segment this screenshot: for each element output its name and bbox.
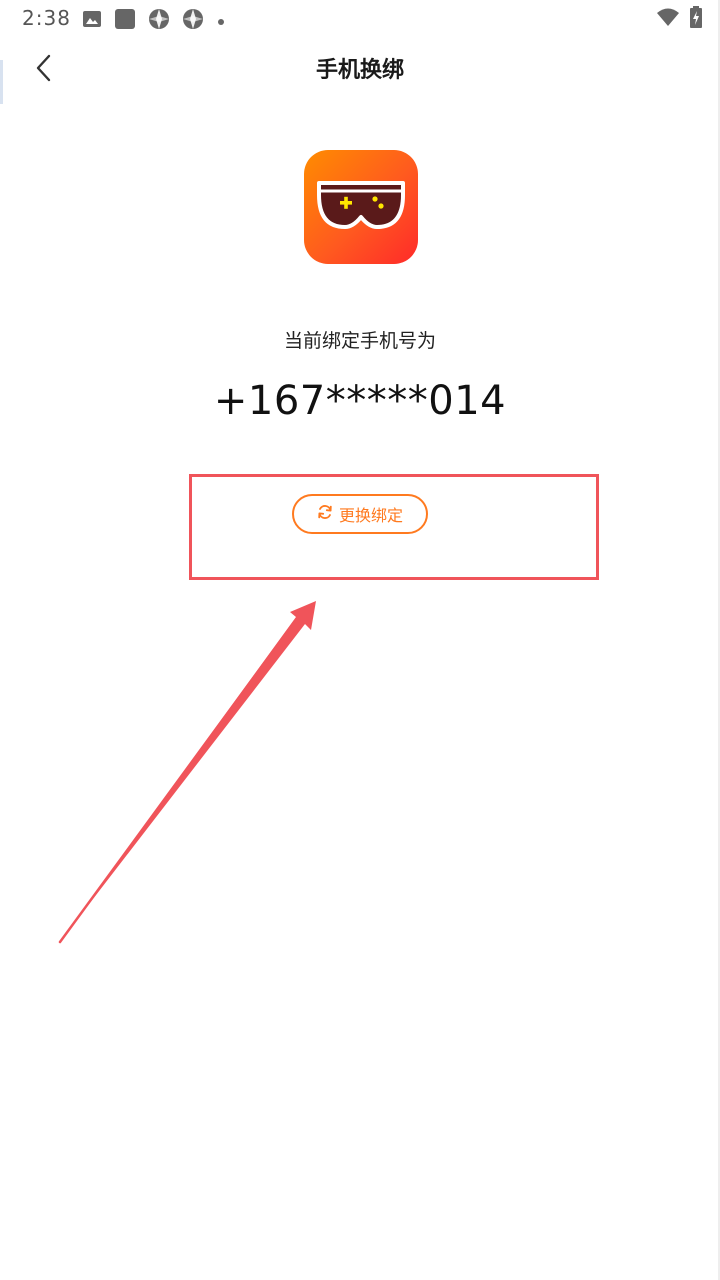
refresh-icon (317, 504, 333, 524)
left-edge-marker (0, 60, 3, 104)
gamepad-glasses-icon (313, 175, 409, 239)
status-icons-right (656, 6, 702, 32)
change-binding-button[interactable]: 更换绑定 (292, 494, 428, 534)
change-binding-label: 更换绑定 (338, 506, 403, 525)
dot-icon (216, 12, 226, 31)
app-logo (304, 150, 418, 264)
bound-phone-number: +167*****014 (213, 378, 507, 424)
image-icon (82, 9, 102, 33)
aperture-icon (182, 8, 204, 34)
nav-bar: 手机换绑 (0, 36, 720, 102)
status-icons-left (82, 8, 226, 34)
wifi-icon (656, 7, 680, 31)
phone-rebind-screen: 2:38 手机换绑 当前绑定手机号为 +167*****014 更换绑定 (0, 0, 720, 1280)
aperture-icon (148, 8, 170, 34)
page-title: 手机换绑 (315, 58, 404, 83)
current-binding-label: 当前绑定手机号为 (283, 330, 436, 352)
status-bar: 2:38 (0, 0, 720, 36)
battery-charging-icon (690, 6, 702, 32)
status-time: 2:38 (22, 6, 71, 30)
square-app-icon (114, 8, 136, 34)
